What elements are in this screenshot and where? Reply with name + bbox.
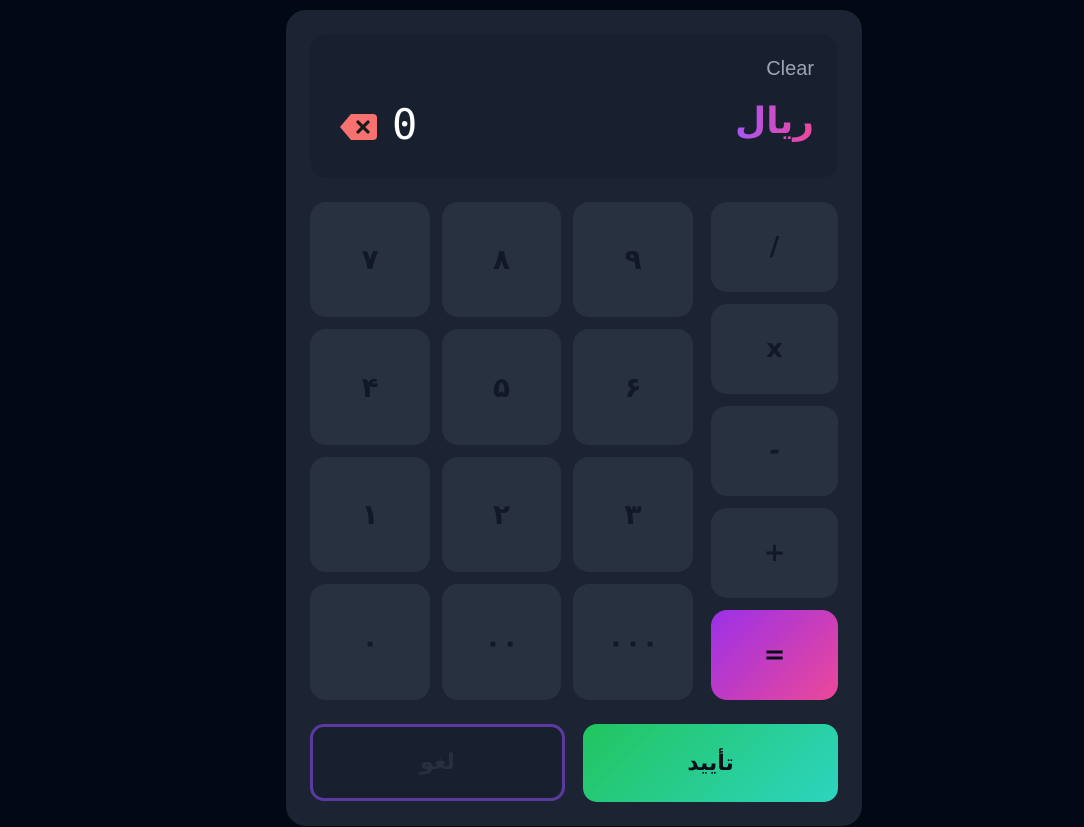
key-5[interactable]: ۵: [442, 329, 561, 445]
divide-button[interactable]: /: [711, 202, 838, 292]
key-2[interactable]: ۲: [442, 457, 561, 572]
key-4[interactable]: ۴: [310, 329, 430, 445]
key-7[interactable]: ۷: [310, 202, 430, 317]
key-0[interactable]: ۰: [310, 584, 430, 700]
key-8[interactable]: ۸: [442, 202, 561, 317]
currency-label: ریال: [735, 101, 814, 142]
calculator-panel: Clear ریال 0 ۷ ۸ ۹ ۴ ۵ ۶ ۱ ۲ ۳ ۰ ۰۰ ۰۰۰ …: [286, 10, 862, 826]
display-value: 0: [392, 100, 418, 149]
cancel-button[interactable]: لغو: [310, 724, 565, 801]
key-3[interactable]: ۳: [573, 457, 693, 572]
key-00[interactable]: ۰۰: [442, 584, 561, 700]
key-6[interactable]: ۶: [573, 329, 693, 445]
clear-button[interactable]: Clear: [766, 58, 814, 81]
multiply-button[interactable]: x: [711, 304, 838, 394]
confirm-button[interactable]: تأیید: [583, 724, 838, 802]
equals-button[interactable]: =: [711, 610, 838, 700]
add-button[interactable]: +: [711, 508, 838, 598]
subtract-button[interactable]: -: [711, 406, 838, 496]
backspace-icon[interactable]: [340, 114, 377, 140]
key-000[interactable]: ۰۰۰: [573, 584, 693, 700]
key-9[interactable]: ۹: [573, 202, 693, 317]
key-1[interactable]: ۱: [310, 457, 430, 572]
display-panel: Clear ریال 0: [310, 34, 838, 178]
